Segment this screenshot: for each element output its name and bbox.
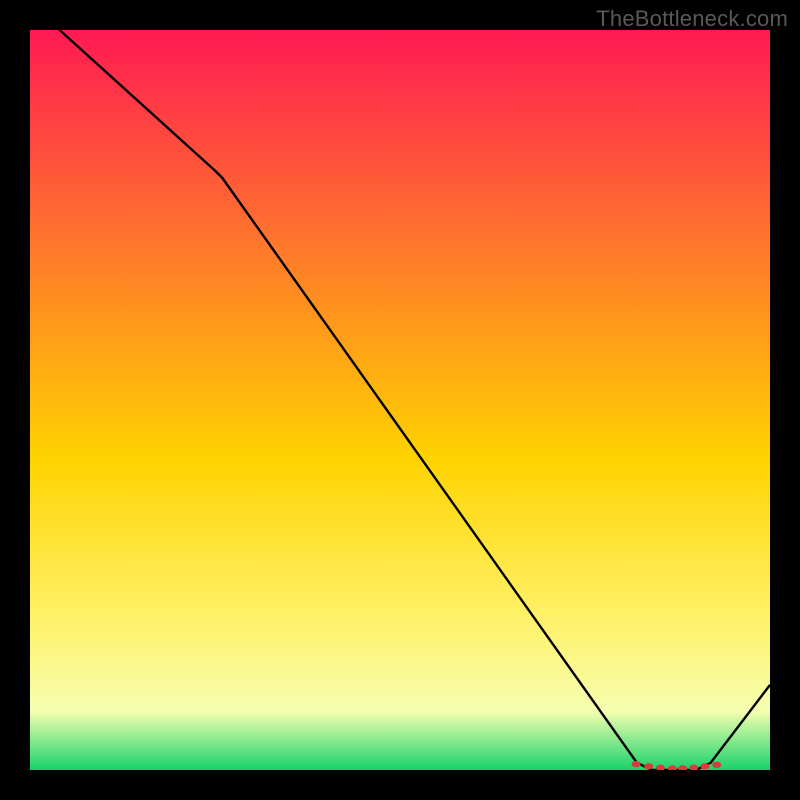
optimal-marker bbox=[689, 765, 698, 770]
optimal-markers bbox=[632, 761, 722, 770]
optimal-marker bbox=[678, 765, 687, 770]
attribution-text: TheBottleneck.com bbox=[596, 6, 788, 32]
chart-stage: TheBottleneck.com bbox=[0, 0, 800, 800]
optimal-marker bbox=[656, 765, 665, 770]
series-line bbox=[30, 30, 770, 770]
plot-area bbox=[30, 30, 770, 770]
optimal-marker bbox=[700, 763, 709, 769]
optimal-marker bbox=[668, 765, 677, 770]
chart-overlay bbox=[30, 30, 770, 770]
optimal-marker bbox=[712, 762, 721, 768]
optimal-marker bbox=[644, 763, 653, 769]
optimal-marker bbox=[632, 761, 641, 767]
